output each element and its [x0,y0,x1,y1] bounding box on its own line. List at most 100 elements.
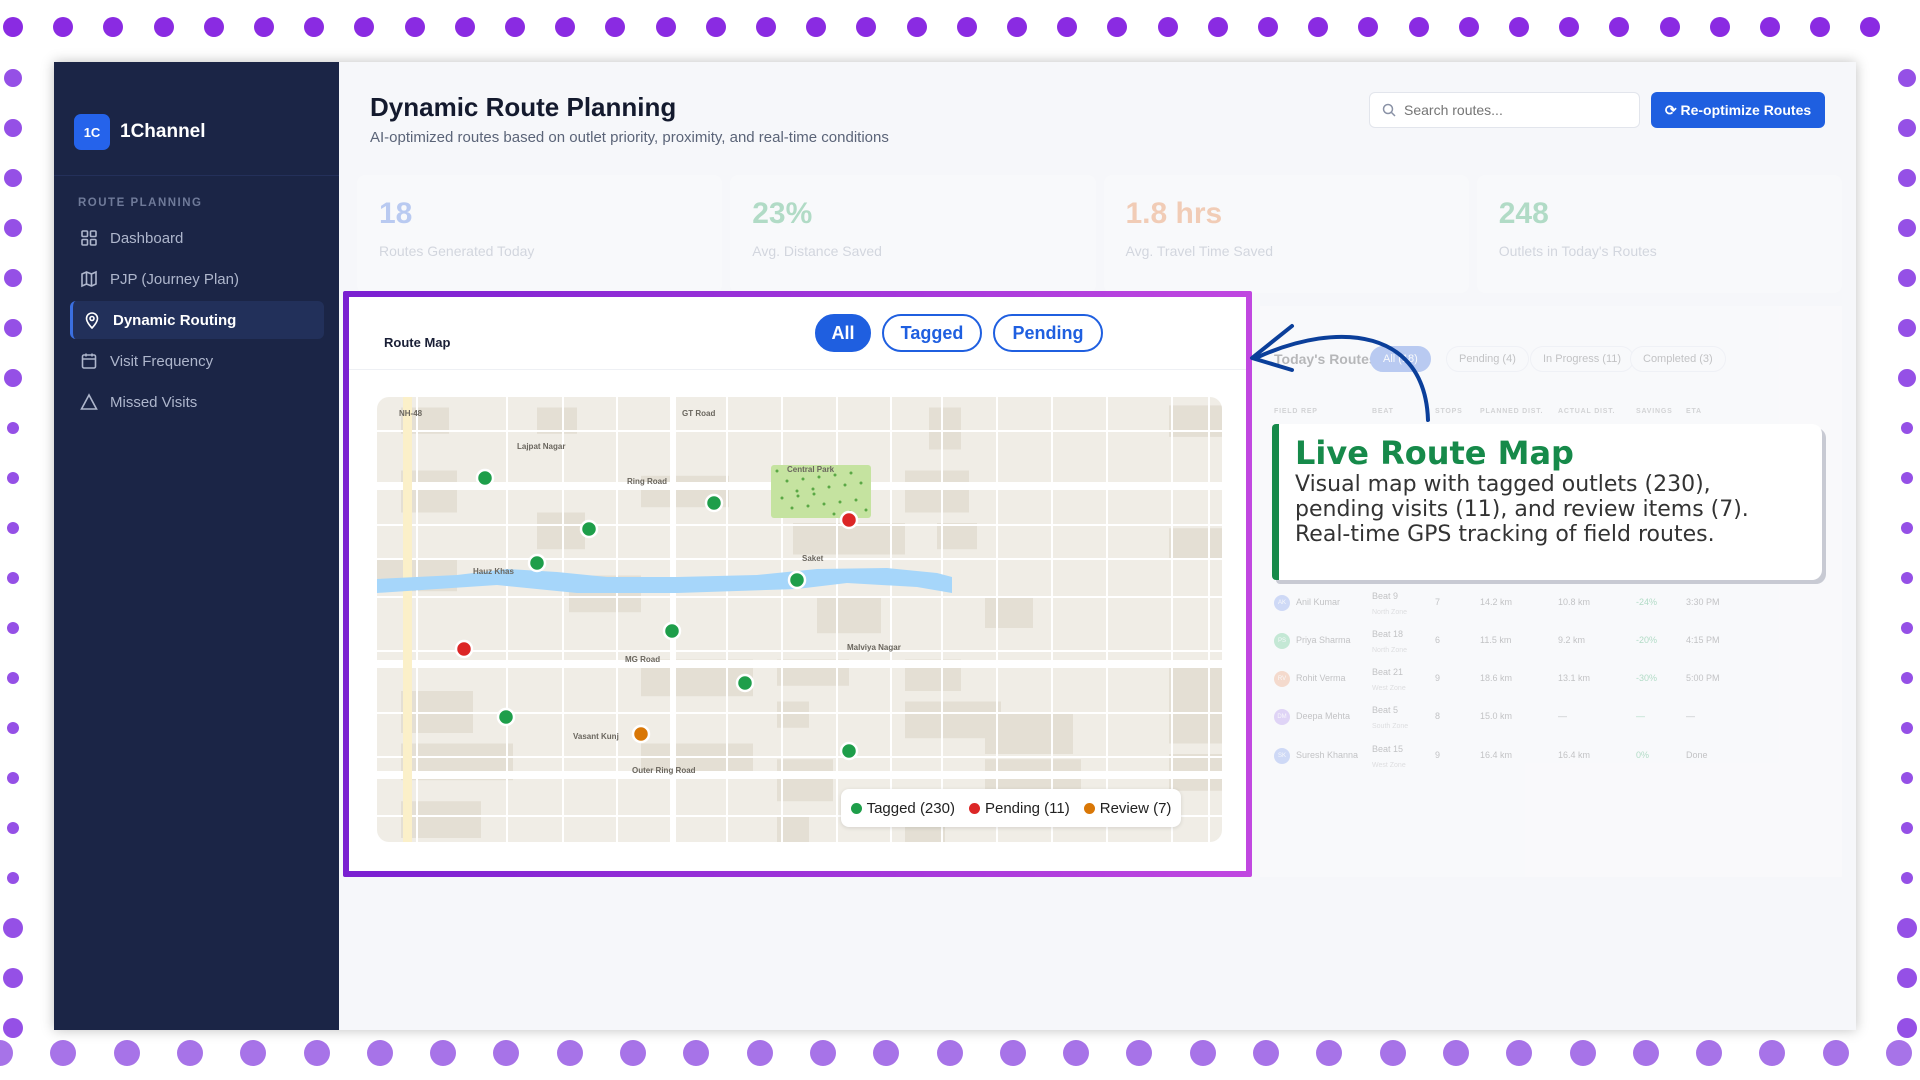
filter-pending-button[interactable]: Pending [993,314,1103,352]
divider [349,369,1246,370]
callout-annotation: Live Route Map Visual map with tagged ou… [1272,424,1822,580]
stat-card: 23% Avg. Distance Saved [730,175,1096,293]
tab-in-progress[interactable]: In Progress (11) [1530,346,1635,372]
building-block [985,596,1033,628]
legend-dot [850,802,862,814]
stat-label: Routes Generated Today [379,243,535,259]
map-label: NH-48 [399,409,423,418]
tree [780,496,784,500]
rep-name: Suresh Khanna [1296,750,1359,760]
river [377,568,952,593]
tagged-outlet-marker[interactable] [475,468,495,488]
beat: Beat 15 [1372,744,1404,754]
legend-item: Review (7) [1083,800,1171,817]
pending-outlet-marker[interactable] [839,510,859,530]
sidebar-item-pjp[interactable]: PJP (Journey Plan) [70,260,324,298]
tagged-outlet-marker[interactable] [735,673,755,693]
tree [785,479,789,483]
savings: — [1636,711,1645,721]
review-outlet-marker[interactable] [631,724,651,744]
tab-pending[interactable]: Pending (4) [1446,346,1529,372]
eta: Done [1686,750,1708,760]
map-label: Hauz Khas [473,567,514,576]
rep-name: Rohit Verma [1296,673,1346,683]
legend-label: Pending (11) [984,799,1070,817]
tagged-outlet-marker[interactable] [579,519,599,539]
filter-all-button[interactable]: All [815,314,871,352]
stat-card: 18 Routes Generated Today [357,175,723,293]
tree [832,512,836,516]
building-block [1169,667,1222,705]
table-row[interactable]: SK Suresh Khanna Beat 15 West Zone 9 16.… [1260,738,1842,774]
building-block [401,801,481,838]
sidebar-item-dynamic-routing[interactable]: Dynamic Routing [70,301,324,339]
table-row[interactable]: DM Deepa Mehta Beat 5 South Zone 8 15.0 … [1260,699,1842,735]
tagged-outlet-marker[interactable] [662,621,682,641]
planned-distance: 14.2 km [1480,597,1513,607]
reoptimize-routes-button[interactable]: ⟳ Re-optimize Routes [1651,92,1825,128]
highlight-frame: Route Map All Tagged Pending Tagged (230… [343,291,1252,877]
legend-label: Tagged (230) [866,799,955,817]
avatar: DM [1274,709,1290,725]
sidebar-item-missed-visits[interactable]: Missed Visits [70,383,324,421]
tagged-outlet-marker[interactable] [496,707,516,727]
zone: South Zone [1372,723,1409,730]
building-block [1169,528,1222,560]
tab-all[interactable]: All (18) [1370,346,1431,372]
search-box[interactable] [1369,92,1640,128]
eta: 3:30 PM [1686,597,1720,607]
tagged-outlet-marker[interactable] [839,741,859,761]
tagged-outlet-marker[interactable] [787,570,807,590]
tree [811,487,815,491]
table-row[interactable]: RV Rohit Verma Beat 21 West Zone 9 18.6 … [1260,661,1842,697]
building-block [1169,405,1222,437]
filter-tagged-button[interactable]: Tagged [882,314,982,352]
location-pin-icon [85,312,99,329]
tree [849,471,853,475]
stat-value: 18 [379,197,413,230]
tree [795,489,799,493]
rep-name: Anil Kumar [1296,597,1341,607]
tree [817,475,821,479]
stat-value: 23% [752,197,813,230]
tagged-outlet-marker[interactable] [527,553,547,573]
savings: -30% [1636,673,1658,683]
tagged-outlet-marker[interactable] [704,493,724,513]
page-subtitle: AI-optimized routes based on outlet prio… [370,129,889,146]
beat: Beat 5 [1372,705,1399,715]
tree [827,485,831,489]
route-map[interactable]: Tagged (230) Pending (11) Review (7) NH-… [377,397,1222,842]
tab-completed[interactable]: Completed (3) [1630,346,1726,372]
sidebar-item-dashboard[interactable]: Dashboard [70,219,324,257]
tree [864,508,868,512]
table-row[interactable]: PS Priya Sharma Beat 18 North Zone 6 11.… [1260,623,1842,659]
stat-value: 248 [1498,197,1549,230]
building-block [537,512,585,550]
pending-outlet-marker[interactable] [454,639,474,659]
table-row[interactable]: AK Anil Kumar Beat 9 North Zone 7 14.2 k… [1260,585,1842,621]
calendar-icon [81,353,97,369]
planned-distance: 11.5 km [1480,635,1512,645]
search-input[interactable] [1404,102,1604,118]
sidebar: 1C 1Channel ROUTE PLANNING Dashboard PJP… [54,62,339,1030]
eta: — [1686,711,1695,721]
rep-name: Priya Sharma [1296,635,1351,645]
building-block [1169,701,1222,744]
map-label: Saket [802,554,824,563]
stats-row: 18 Routes Generated Today 23% Avg. Distanc… [357,175,1842,293]
stat-card: 1.8 hrs Avg. Travel Time Saved [1103,175,1469,293]
building-block [537,407,577,434]
tree [859,481,863,485]
sidebar-item-visit-frequency[interactable]: Visit Frequency [70,342,324,380]
zone: North Zone [1372,609,1408,616]
stops: 9 [1435,673,1441,683]
tree [796,494,800,498]
route-map-card: Route Map All Tagged Pending Tagged (230… [349,297,1246,871]
tree [854,498,858,502]
tree [822,502,826,506]
stops: 7 [1435,597,1441,607]
sidebar-item-label: Visit Frequency [110,352,214,370]
grid-icon [81,230,97,246]
major-road [670,397,676,842]
actual-distance: — [1558,711,1567,721]
